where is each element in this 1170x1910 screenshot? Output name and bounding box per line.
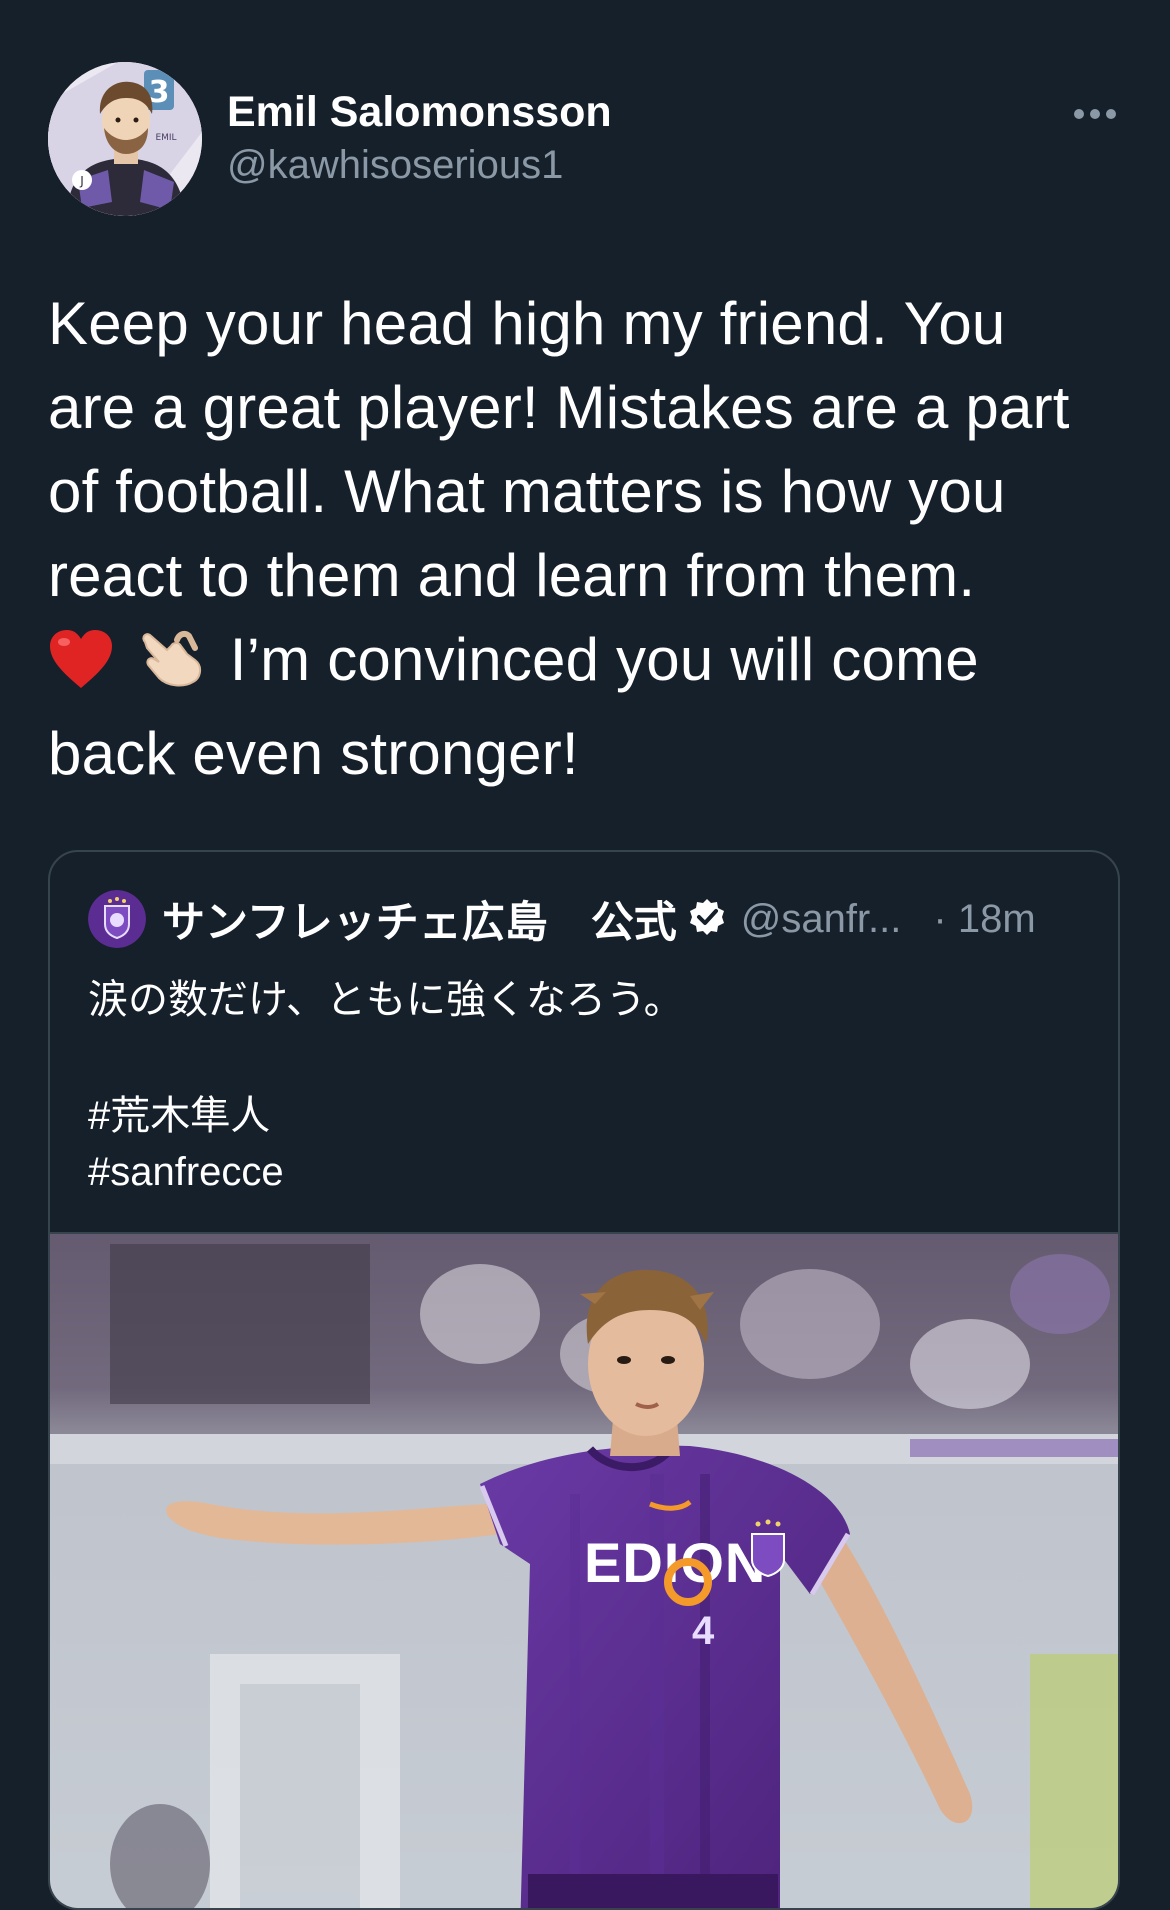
club-crest-avatar-icon[interactable]	[88, 890, 146, 948]
more-options-button[interactable]	[1068, 96, 1122, 132]
author-handle[interactable]: @kawhisoserious1	[227, 140, 612, 190]
quoted-tweet-card[interactable]: サンフレッチェ広島 公式 @sanfr... · 18m 涙の数だけ、ともに強く…	[48, 850, 1120, 1910]
shirt-number-text: 4	[692, 1609, 715, 1653]
avatar-illustration-icon: 3 J EMIL	[48, 62, 202, 216]
tweet-text-line: back even stronger!	[48, 720, 579, 787]
quoted-tweet-header: サンフレッチェ広島 公式 @sanfr... · 18m	[88, 888, 1036, 950]
author-avatar[interactable]: 3 J EMIL	[48, 62, 202, 216]
tweet-text-line-with-emoji: I’m convinced you will come	[48, 618, 1128, 712]
svg-text:J: J	[79, 174, 84, 188]
quoted-tweet-timestamp[interactable]: · 18m	[933, 897, 1035, 942]
red-heart-icon	[48, 628, 114, 712]
quoted-author-handle[interactable]: @sanfr...	[741, 897, 902, 942]
tweet-text-line: I’m convinced you will come	[229, 626, 979, 693]
hashtag-link[interactable]: #sanfrecce	[88, 1144, 684, 1200]
tweet-text-line: Keep your head high my friend. You	[48, 290, 1006, 357]
hashtag-link[interactable]: #荒木隼人	[88, 1088, 684, 1144]
tweet-text-line: are a great player! Mistakes are a part	[48, 374, 1070, 441]
quoted-tweet-media[interactable]: EDION 4	[50, 1232, 1118, 1908]
quoted-tweet-text-line: 涙の数だけ、ともに強くなろう。	[88, 978, 684, 1022]
tweet: 3 J EMIL Emil Salomonsson @kawhisoseriou…	[0, 0, 1170, 1910]
quoted-tweet-paragraph-gap	[88, 1028, 684, 1088]
more-options-icon	[1074, 109, 1116, 119]
quoted-author-display-name[interactable]: サンフレッチェ広島 公式	[162, 888, 677, 950]
tweet-text: Keep your head high my friend. You are a…	[48, 282, 1128, 796]
verified-badge-icon	[687, 897, 727, 942]
tweet-text-line: of football. What matters is how you	[48, 458, 1006, 525]
tweet-text-line: react to them and learn from them.	[48, 542, 976, 609]
svg-text:EMIL: EMIL	[155, 133, 176, 143]
call-me-hand-icon	[137, 624, 207, 712]
author-info[interactable]: Emil Salomonsson @kawhisoserious1	[227, 86, 612, 190]
football-player-photo-icon: EDION 4	[50, 1234, 1118, 1908]
author-display-name[interactable]: Emil Salomonsson	[227, 86, 612, 138]
quoted-tweet-text: 涙の数だけ、ともに強くなろう。 #荒木隼人 #sanfrecce	[88, 972, 684, 1200]
